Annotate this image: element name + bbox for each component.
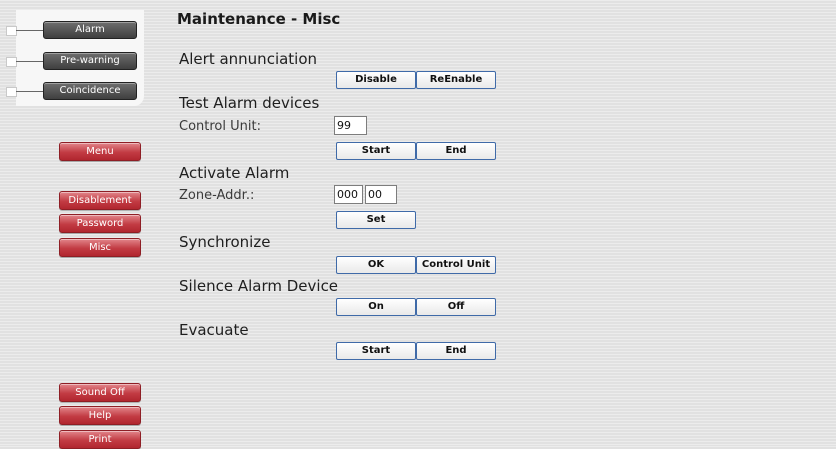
set-button[interactable]: Set [336, 211, 416, 229]
status-row-coincidence: Coincidence [0, 81, 150, 101]
help-button[interactable]: Help [59, 406, 141, 425]
test-start-button[interactable]: Start [336, 142, 416, 160]
silence-on-button[interactable]: On [336, 298, 416, 316]
misc-button[interactable]: Misc [59, 238, 141, 257]
password-button[interactable]: Password [59, 214, 141, 233]
alert-annunciation-heading: Alert annunciation [179, 50, 318, 68]
prewarning-status-button[interactable]: Pre-warning [43, 52, 137, 70]
coincidence-status-button[interactable]: Coincidence [43, 82, 137, 100]
evacuate-end-button[interactable]: End [416, 342, 496, 360]
reenable-button[interactable]: ReEnable [416, 71, 496, 89]
test-end-button[interactable]: End [416, 142, 496, 160]
sync-ok-button[interactable]: OK [336, 256, 416, 274]
address-input[interactable] [365, 185, 397, 204]
activate-alarm-heading: Activate Alarm [179, 164, 290, 182]
status-row-alarm: Alarm [0, 20, 150, 40]
silence-alarm-device-heading: Silence Alarm Device [179, 277, 339, 295]
page-title: Maintenance - Misc [177, 10, 341, 28]
sync-control-unit-button[interactable]: Control Unit [416, 256, 496, 274]
zone-input[interactable] [334, 185, 363, 204]
control-unit-label: Control Unit: [179, 119, 261, 134]
evacuate-heading: Evacuate [179, 321, 249, 339]
zone-addr-label: Zone-Addr.: [179, 188, 255, 203]
test-alarm-devices-heading: Test Alarm devices [179, 94, 320, 112]
alarm-led-icon [6, 26, 17, 36]
disable-button[interactable]: Disable [336, 71, 416, 89]
status-row-prewarning: Pre-warning [0, 51, 150, 71]
evacuate-start-button[interactable]: Start [336, 342, 416, 360]
silence-off-button[interactable]: Off [416, 298, 496, 316]
menu-button[interactable]: Menu [59, 142, 141, 161]
control-unit-input[interactable] [334, 116, 367, 135]
synchronize-heading: Synchronize [179, 233, 271, 251]
alarm-status-button[interactable]: Alarm [43, 21, 137, 39]
prewarning-led-icon [6, 57, 17, 67]
coincidence-led-icon [6, 87, 17, 97]
disablement-button[interactable]: Disablement [59, 191, 141, 210]
sound-off-button[interactable]: Sound Off [59, 383, 141, 402]
print-button[interactable]: Print [59, 430, 141, 449]
